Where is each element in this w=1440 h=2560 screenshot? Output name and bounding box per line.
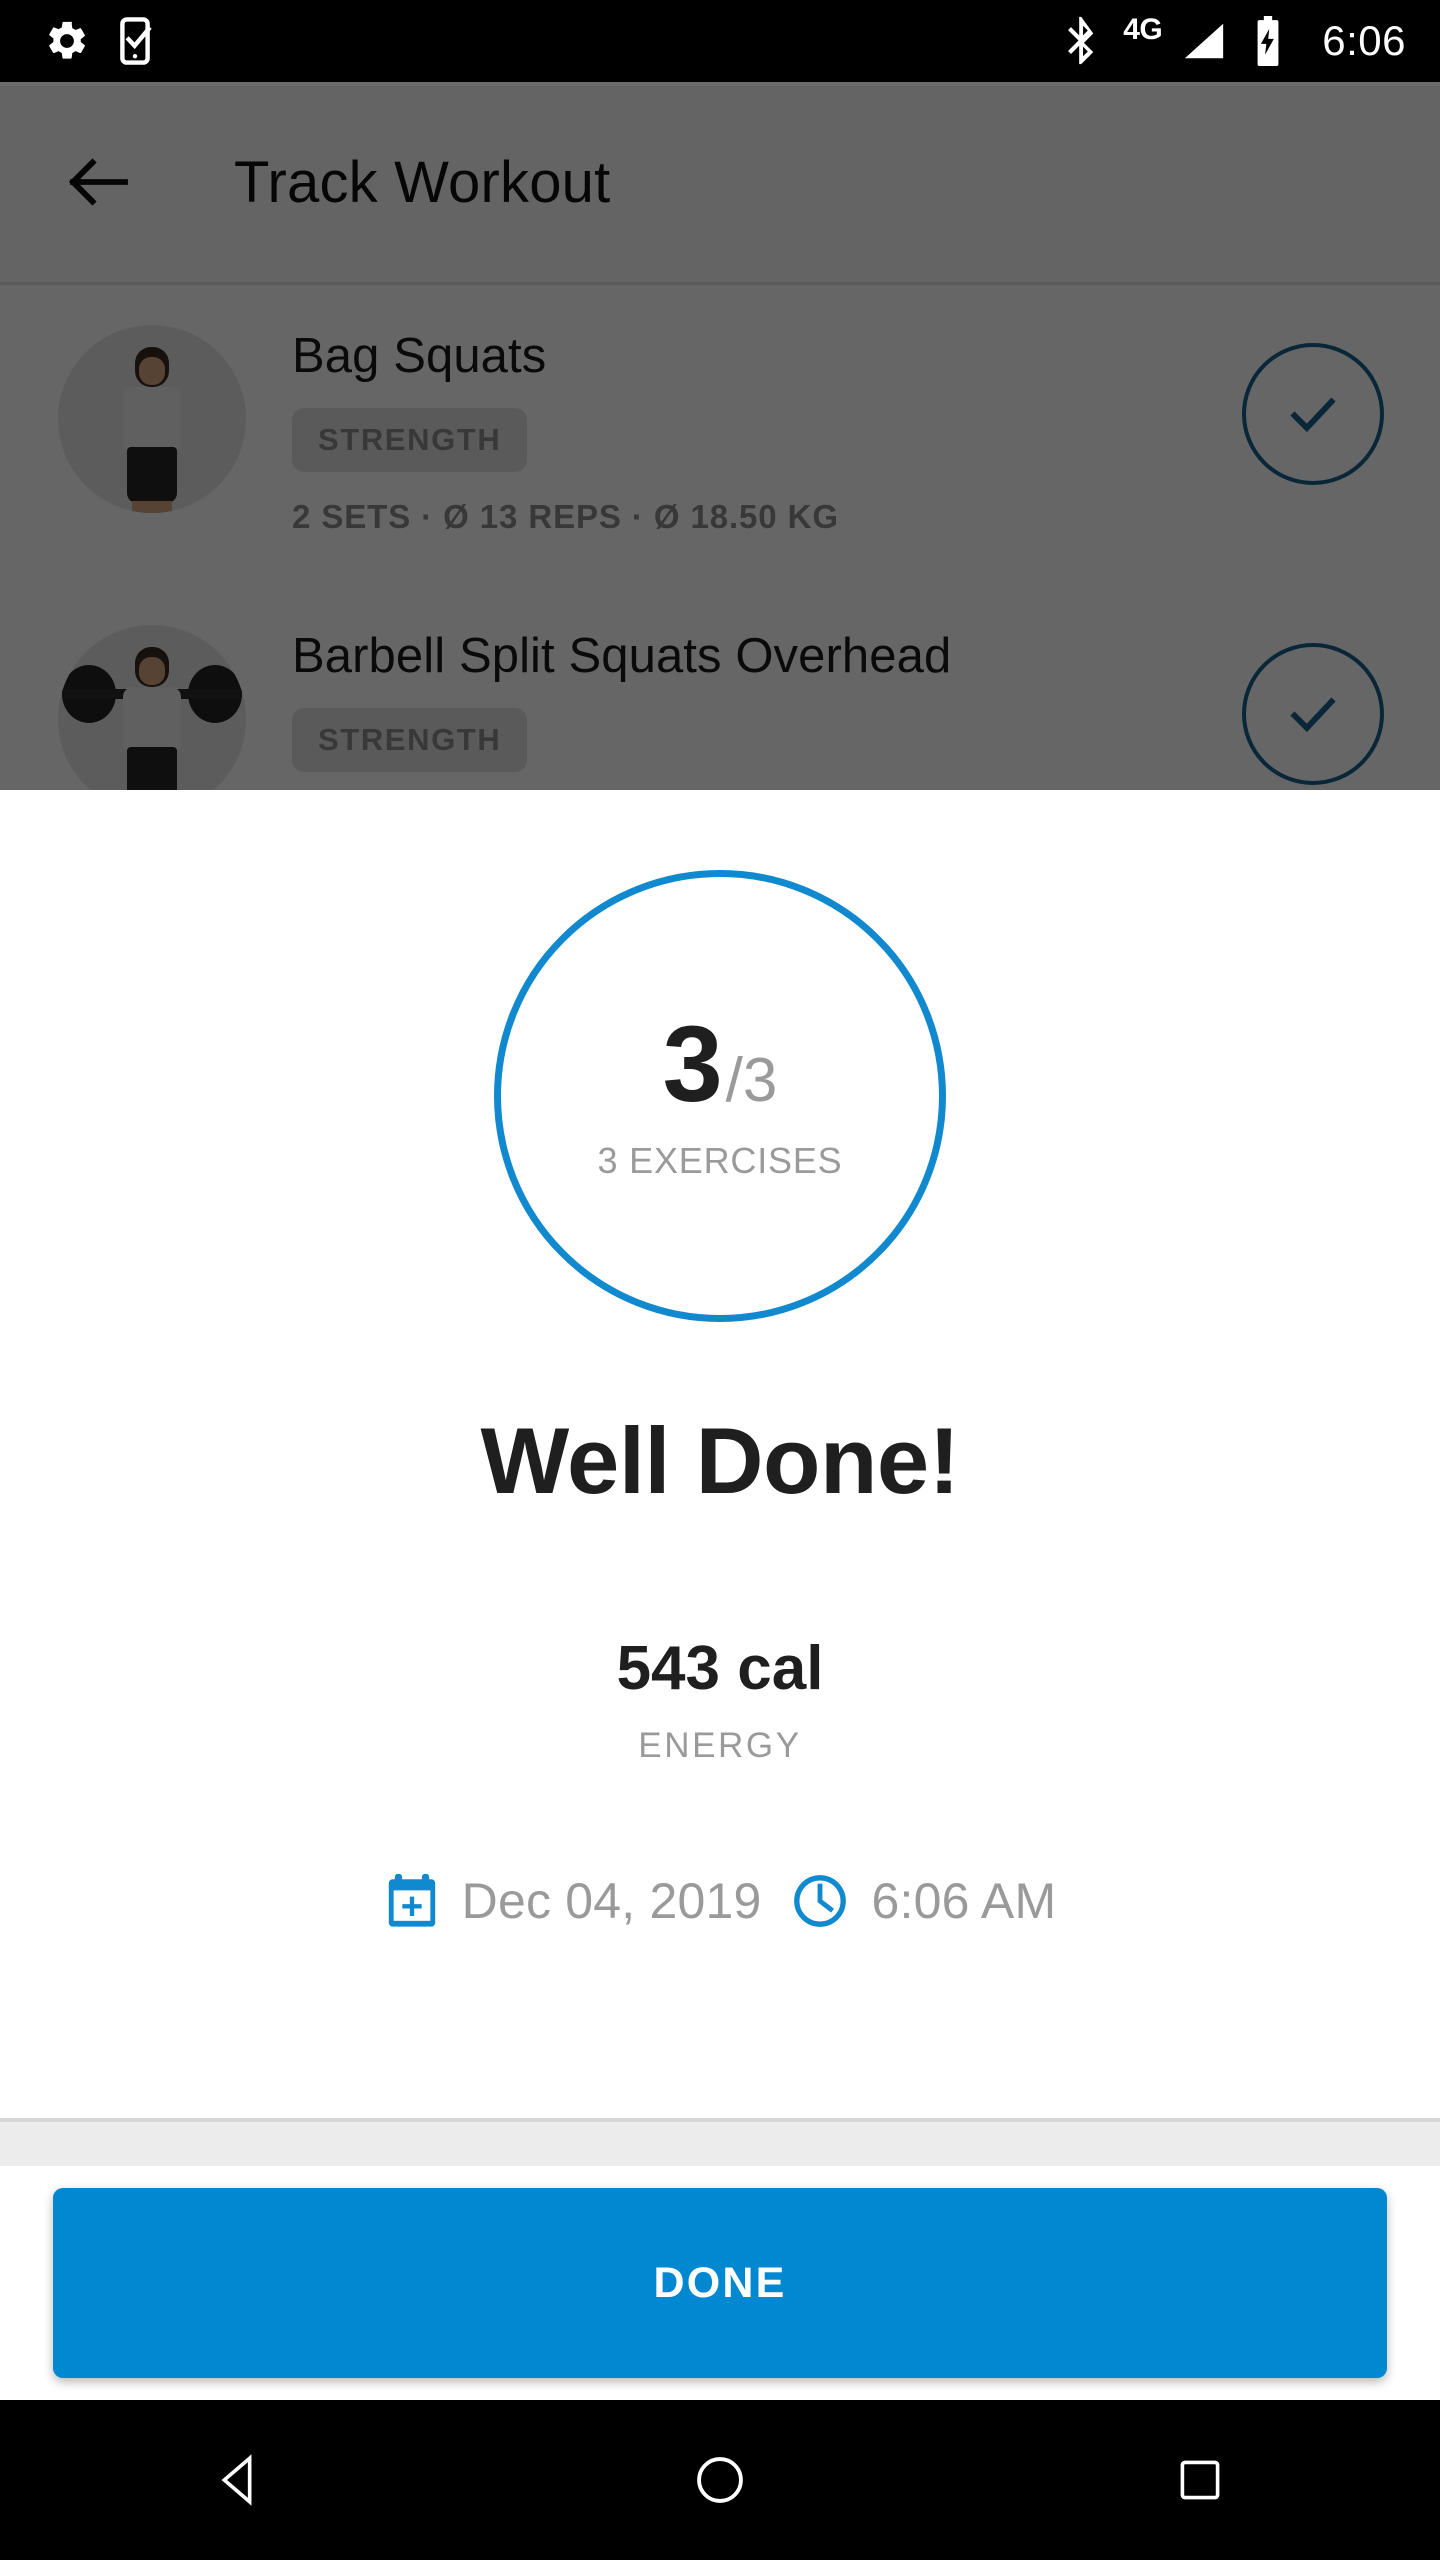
workout-date-field[interactable]: Dec 04, 2019: [384, 1872, 762, 1930]
progress-ring: 3 /3 3 EXERCISES: [494, 870, 946, 1322]
nav-recents-button[interactable]: [1090, 2400, 1310, 2560]
nav-home-icon: [697, 2457, 743, 2503]
workout-time-text: 6:06 AM: [871, 1873, 1057, 1929]
done-button[interactable]: DONE: [53, 2188, 1387, 2378]
nav-back-button[interactable]: [130, 2400, 350, 2560]
sheet-gap-band: [0, 2122, 1440, 2166]
phone-check-icon: [120, 17, 152, 65]
clock-icon: [794, 1875, 847, 1927]
status-bar-right-icons: 4G 6:06: [1063, 13, 1406, 66]
status-bar-left-icons: [44, 17, 158, 65]
status-bar-hairline: [0, 82, 1440, 86]
progress-ring-label: 3 EXERCISES: [597, 1140, 843, 1181]
nav-recents-icon: [1180, 2460, 1220, 2500]
summary-content: 3 /3 3 EXERCISES Well Done! 543 cal ENER…: [0, 790, 1440, 2118]
status-bar: 4G 6:06: [0, 0, 1440, 82]
settings-gear-icon: [49, 21, 85, 59]
sheet-footer-actions: DONE: [0, 2166, 1440, 2400]
congratulations-headline: Well Done!: [480, 1408, 960, 1513]
progress-ring-counts: 3 /3: [663, 1010, 778, 1118]
workout-summary-sheet: 3 /3 3 EXERCISES Well Done! 543 cal ENER…: [0, 790, 1440, 2400]
energy-value: 543 cal: [616, 1634, 824, 1703]
battery-charging-icon: [1257, 16, 1279, 66]
workout-date-text: Dec 04, 2019: [461, 1873, 762, 1929]
workout-datetime-row: Dec 04, 2019 6:06 AM: [384, 1872, 1057, 1930]
cellular-signal-icon: [1185, 23, 1224, 59]
status-bar-clock: 6:06: [1322, 17, 1406, 64]
exercises-total-count: /3: [725, 1046, 778, 1115]
network-type-label: 4G: [1123, 13, 1163, 46]
bluetooth-icon: [1068, 16, 1094, 65]
energy-label: ENERGY: [638, 1726, 802, 1765]
workout-time-field[interactable]: 6:06 AM: [791, 1872, 1056, 1930]
exercises-completed-count: 3: [662, 1003, 723, 1124]
nav-back-icon: [221, 2454, 252, 2506]
nav-home-button[interactable]: [610, 2400, 830, 2560]
calendar-plus-icon: [388, 1873, 435, 1927]
phone-screen: 4G 6:06 Track Workout: [0, 0, 1440, 2560]
system-navigation-bar: [0, 2400, 1440, 2560]
